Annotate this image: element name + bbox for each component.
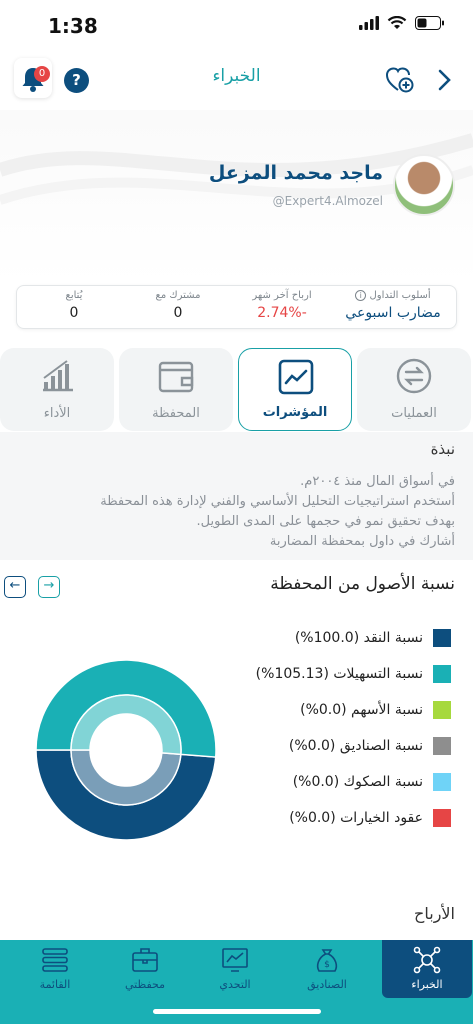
briefcase-icon	[132, 948, 158, 972]
info-icon[interactable]: i	[355, 290, 367, 301]
expert-name: ماجد محمد المزعل	[208, 162, 383, 184]
legend-label: نسبة الصناديق (0.0%)	[288, 738, 423, 754]
tab-performance[interactable]: الأداء	[0, 348, 114, 431]
legend-swatch	[433, 665, 451, 683]
wifi-icon	[387, 16, 407, 29]
stat-value: 0	[173, 305, 183, 321]
section-tabs: العمليات المؤشرات المحفظة الأداء	[0, 348, 473, 432]
tabbar-item-challenge[interactable]: التحدي	[190, 940, 280, 1000]
tab-indicators[interactable]: المؤشرات	[238, 348, 352, 431]
avatar	[393, 154, 455, 216]
legend-item: نسبة الصناديق (0.0%)	[211, 728, 451, 764]
assets-title: نسبة الأصول من المحفظة	[270, 574, 455, 594]
bio-line: أستخدم استراتيجيات التحليل الأساسي والفن…	[100, 494, 455, 509]
legend-label: نسبة النقد (100.0%)	[294, 630, 423, 646]
legend-item: نسبة النقد (100.0%)	[211, 620, 451, 656]
tabbar-label: التحدي	[219, 978, 251, 991]
tabbar-item-experts[interactable]: الخبراء	[382, 940, 472, 998]
chart-screen-icon	[222, 948, 248, 972]
add-favorite-icon[interactable]	[385, 66, 415, 94]
status-icons	[359, 16, 445, 30]
stat-label: يُتابع	[65, 290, 83, 301]
legend-item: عقود الخيارات (0.0%)	[211, 800, 451, 836]
legend-swatch	[433, 629, 451, 647]
bio-section: نبذة في أسواق المال منذ ٢٠٠٤م. أستخدم اس…	[0, 432, 473, 560]
stat-value: 0	[69, 305, 79, 321]
tabbar-label: الخبراء	[411, 978, 443, 991]
legend-label: نسبة الصكوك (0.0%)	[292, 774, 423, 790]
bio-line: أشارك في داول بمحفظة المضاربة	[269, 534, 455, 549]
legend-swatch	[433, 809, 451, 827]
profits-title: الأرباح	[414, 904, 455, 923]
status-time: 1:38	[48, 14, 98, 38]
tabbar-label: الصناديق	[307, 978, 347, 991]
bar-chart-icon	[43, 360, 73, 392]
tab-label: المؤشرات	[262, 405, 328, 420]
money-bag-icon: $	[316, 949, 338, 972]
bio-title: نبذة	[430, 440, 455, 458]
bottom-tab-bar: القائمة محفظتي التحدي $ الصناديق الخبراء	[0, 940, 473, 1024]
stat-label: أسلوب التداول	[369, 290, 431, 301]
chevron-right-icon[interactable]	[437, 66, 453, 94]
tabbar-label: القائمة	[39, 978, 71, 991]
svg-text:$: $	[324, 960, 330, 970]
line-chart-icon	[278, 359, 314, 395]
battery-icon	[415, 16, 444, 30]
stat-label: ارباح آخر شهر	[252, 290, 312, 301]
tab-label: المحفظة	[152, 406, 200, 421]
tab-operations[interactable]: العمليات	[357, 348, 471, 431]
stat-label: مشترك مع	[155, 290, 201, 301]
next-button[interactable]: →	[38, 576, 60, 598]
tab-label: الأداء	[43, 406, 71, 421]
tab-portfolio[interactable]: المحفظة	[119, 348, 233, 431]
legend-swatch	[433, 701, 451, 719]
network-icon	[413, 946, 441, 974]
bio-line: بهدف تحقيق نمو في حجمها على المدى الطويل…	[196, 514, 455, 529]
stat-value: -2.74%	[257, 305, 307, 321]
bio-line: في أسواق المال منذ ٢٠٠٤م.	[300, 474, 455, 489]
stat-value: مضارب اسبوعي	[345, 305, 441, 321]
signal-icon	[359, 16, 379, 30]
legend-item: نسبة الصكوك (0.0%)	[211, 764, 451, 800]
legend-item: نسبة التسهيلات (105.13%)	[211, 656, 451, 692]
header: 0 ? الخبراء	[0, 52, 473, 108]
stat-following: يُتابع 0	[24, 290, 124, 321]
tabbar-item-funds[interactable]: $ الصناديق	[282, 940, 372, 1000]
home-indicator	[153, 1009, 321, 1014]
tabbar-item-menu[interactable]: القائمة	[10, 940, 100, 1000]
legend-label: عقود الخيارات (0.0%)	[289, 810, 423, 826]
chart-legend: نسبة النقد (100.0%) نسبة التسهيلات (105.1…	[211, 620, 451, 836]
status-bar: 1:38	[0, 0, 473, 52]
wallet-icon	[158, 361, 194, 393]
tabbar-label: محفظتي	[124, 978, 166, 991]
tab-label: العمليات	[391, 406, 437, 421]
legend-swatch	[433, 737, 451, 755]
stat-last-month-profit: ارباح آخر شهر -2.74%	[232, 290, 332, 321]
tabbar-item-my-portfolio[interactable]: محفظتي	[100, 940, 190, 1000]
list-icon	[42, 948, 68, 972]
legend-item: نسبة الأسهم (0.0%)	[211, 692, 451, 728]
expert-handle: @Expert4.Almozel	[272, 194, 383, 208]
prev-button[interactable]: ←	[4, 576, 26, 598]
stats-card: أسلوب التداول i مضارب اسبوعي ارباح آخر ش…	[16, 285, 457, 329]
expert-profile: ماجد محمد المزعل @Expert4.Almozel	[0, 110, 473, 285]
exchange-icon	[396, 358, 432, 394]
assets-donut-chart	[35, 659, 217, 841]
stat-subscribers: مشترك مع 0	[128, 290, 228, 321]
stat-trading-style: أسلوب التداول i مضارب اسبوعي	[338, 290, 448, 321]
legend-label: نسبة الأسهم (0.0%)	[300, 702, 423, 718]
legend-swatch	[433, 773, 451, 791]
legend-label: نسبة التسهيلات (105.13%)	[255, 666, 423, 682]
